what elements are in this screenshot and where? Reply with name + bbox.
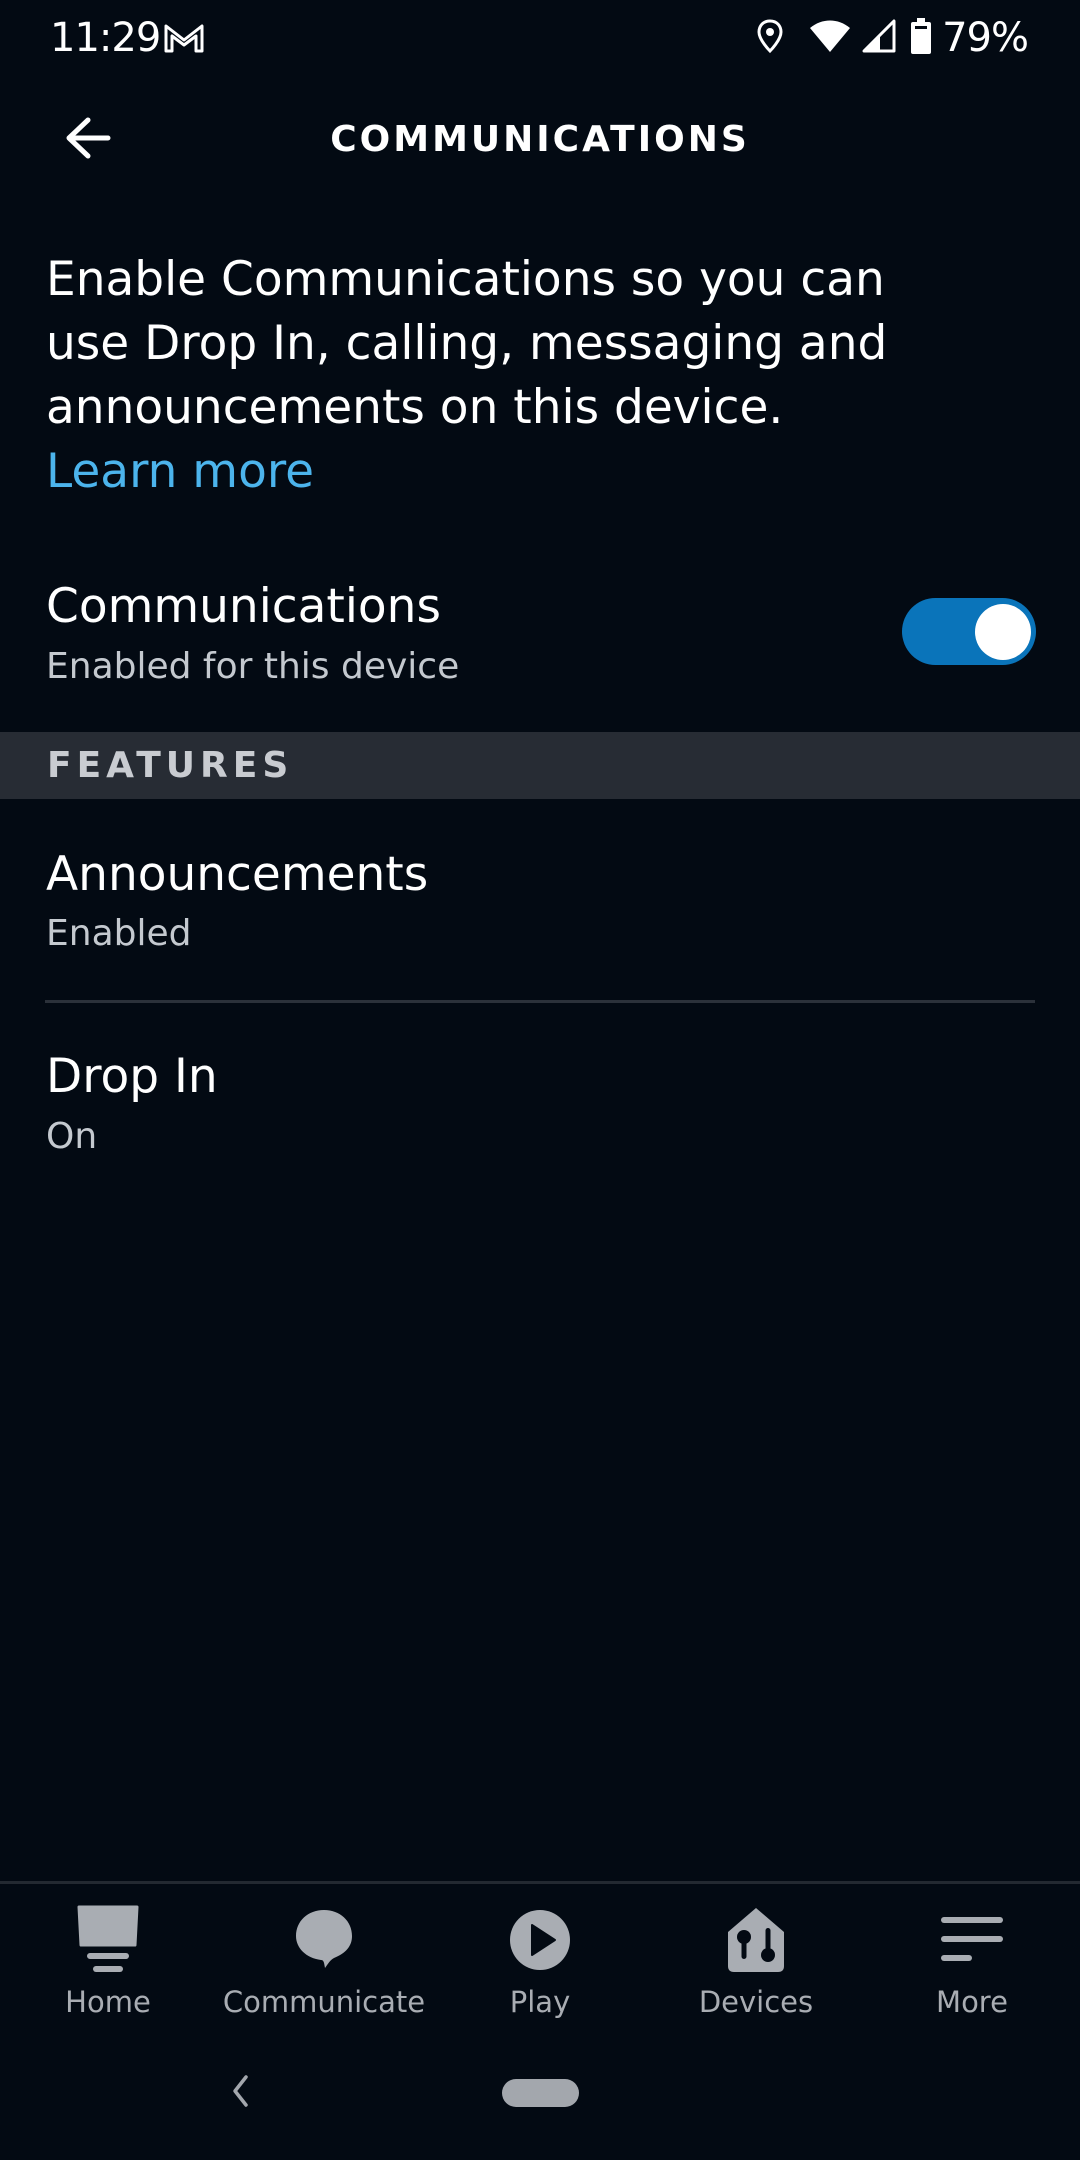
nav-tab-communicate[interactable]: Communicate: [216, 1890, 432, 2020]
announcements-status: Enabled: [46, 913, 192, 954]
page-title: COMMUNICATIONS: [330, 119, 750, 160]
nav-tab-play-label: Play: [509, 1985, 571, 2019]
gmail-icon: [163, 22, 205, 54]
nav-tab-play[interactable]: Play: [432, 1890, 648, 2020]
drop-in-status: On: [46, 1116, 98, 1157]
wifi-icon: [808, 18, 852, 58]
status-time: 11:29: [50, 15, 161, 61]
learn-more-link[interactable]: Learn more: [46, 440, 314, 504]
battery-percent: 79%: [942, 15, 1029, 61]
play-icon: [500, 1902, 580, 1978]
chat-bubble-icon: [284, 1902, 364, 1978]
system-home-pill[interactable]: [502, 2079, 579, 2107]
nav-tab-home[interactable]: Home: [0, 1890, 216, 2020]
communications-setting-subtitle: Enabled for this device: [46, 646, 460, 687]
drop-in-title: Drop In: [46, 1049, 218, 1104]
location-icon: [756, 18, 784, 58]
nav-tab-more-label: More: [936, 1985, 1008, 2019]
bottom-nav-divider: [0, 1881, 1080, 1884]
system-back-button[interactable]: [218, 2068, 262, 2118]
battery-icon: [910, 17, 932, 59]
features-section-label: FEATURES: [47, 745, 294, 786]
nav-tab-devices-label: Devices: [698, 1985, 814, 2019]
home-icon: [68, 1902, 148, 1978]
status-system-icons: 79%: [756, 14, 1029, 62]
toggle-knob: [975, 604, 1031, 660]
devices-icon: [716, 1902, 796, 1978]
chevron-left-icon: [230, 2074, 250, 2112]
nav-tab-communicate-label: Communicate: [222, 1985, 426, 2019]
nav-tab-devices[interactable]: Devices: [648, 1890, 864, 2020]
menu-icon: [932, 1902, 1012, 1978]
announcements-title: Announcements: [46, 847, 429, 902]
nav-tab-more[interactable]: More: [864, 1890, 1080, 2020]
nav-tab-home-label: Home: [65, 1985, 151, 2019]
communications-description: Enable Communications so you can use Dro…: [46, 252, 888, 435]
communications-setting-title: Communications: [46, 579, 441, 634]
communications-toggle[interactable]: [902, 598, 1036, 665]
cellular-signal-icon: [862, 18, 896, 58]
